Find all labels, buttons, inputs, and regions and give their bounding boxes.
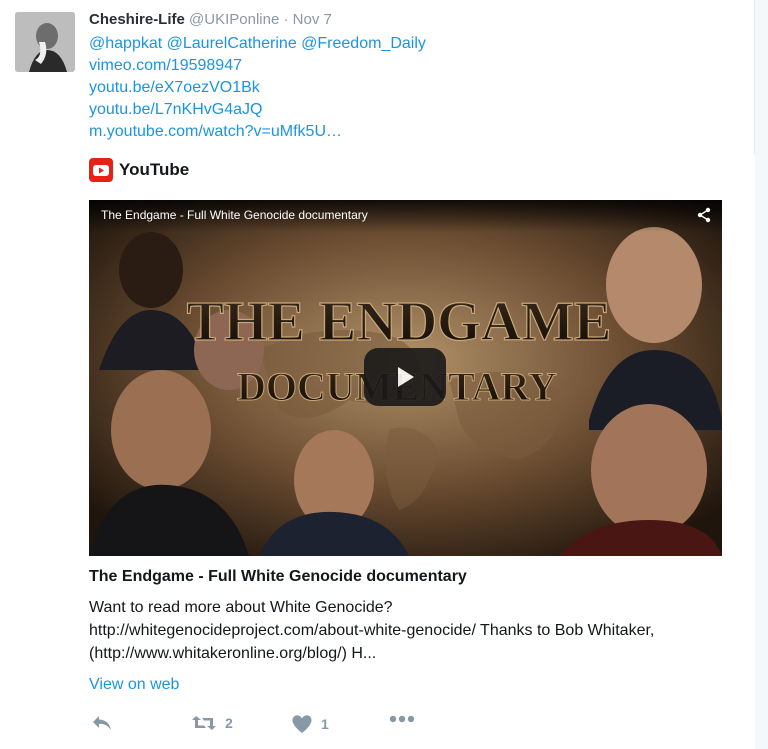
more-button[interactable] xyxy=(389,714,415,724)
like-button[interactable]: 1 xyxy=(291,714,329,734)
link-vimeo[interactable]: vimeo.com/19598947 xyxy=(89,55,426,77)
author-name[interactable]: Cheshire-Life xyxy=(89,11,185,28)
card-description-line: Want to read more about White Genocide? xyxy=(89,599,393,616)
card-title[interactable]: The Endgame - Full White Genocide docume… xyxy=(89,568,467,586)
tweet-timestamp[interactable]: Nov 7 xyxy=(293,11,332,28)
header-separator: · xyxy=(283,11,289,28)
tweet-text: @happkat @LaurelCatherine @Freedom_Daily… xyxy=(89,33,426,143)
play-button[interactable] xyxy=(364,348,446,406)
reply-icon xyxy=(93,716,111,730)
retweet-icon xyxy=(192,716,216,730)
author-handle[interactable]: @UKIPonline xyxy=(189,11,279,28)
avatar-photo xyxy=(15,12,75,72)
video-overlay-title[interactable]: The Endgame - Full White Genocide docume… xyxy=(101,208,368,222)
tweet-actions: 2 1 xyxy=(89,714,689,738)
mentions-line[interactable]: @happkat @LaurelCatherine @Freedom_Daily xyxy=(89,33,426,55)
tweet-header: Cheshire-Life @UKIPonline · Nov 7 xyxy=(89,10,332,30)
card-source-label: YouTube xyxy=(119,160,190,179)
avatar[interactable] xyxy=(15,12,75,72)
card-description-line: (http://www.whitakeronline.org/blog/) H.… xyxy=(89,645,377,662)
link-youtube-1[interactable]: youtu.be/eX7oezVO1Bk xyxy=(89,77,426,99)
youtube-logo xyxy=(89,158,113,182)
like-count: 1 xyxy=(321,716,329,732)
card-source: YouTube xyxy=(89,158,189,182)
page-background-gutter xyxy=(755,0,768,749)
heart-icon xyxy=(292,715,312,733)
thumbnail-title-line1: THE ENDGAME xyxy=(187,291,612,353)
retweet-button[interactable]: 2 xyxy=(191,714,233,732)
video-title-bar: The Endgame - Full White Genocide docume… xyxy=(89,200,722,232)
card-description: Want to read more about White Genocide? … xyxy=(89,596,729,665)
reply-button[interactable] xyxy=(91,714,113,732)
more-icon xyxy=(389,715,415,723)
video-player[interactable]: THE ENDGAME DOCUMENTARY The Endgame - Fu… xyxy=(89,200,722,556)
link-youtube-2[interactable]: youtu.be/L7nKHvG4aJQ xyxy=(89,99,426,121)
retweet-count: 2 xyxy=(225,715,233,731)
view-on-web-link[interactable]: View on web xyxy=(89,676,179,694)
play-icon xyxy=(398,367,414,387)
link-youtube-3[interactable]: m.youtube.com/watch?v=uMfk5U… xyxy=(89,121,426,143)
share-icon[interactable] xyxy=(696,207,712,223)
card-description-line: http://whitegenocideproject.com/about-wh… xyxy=(89,622,655,639)
